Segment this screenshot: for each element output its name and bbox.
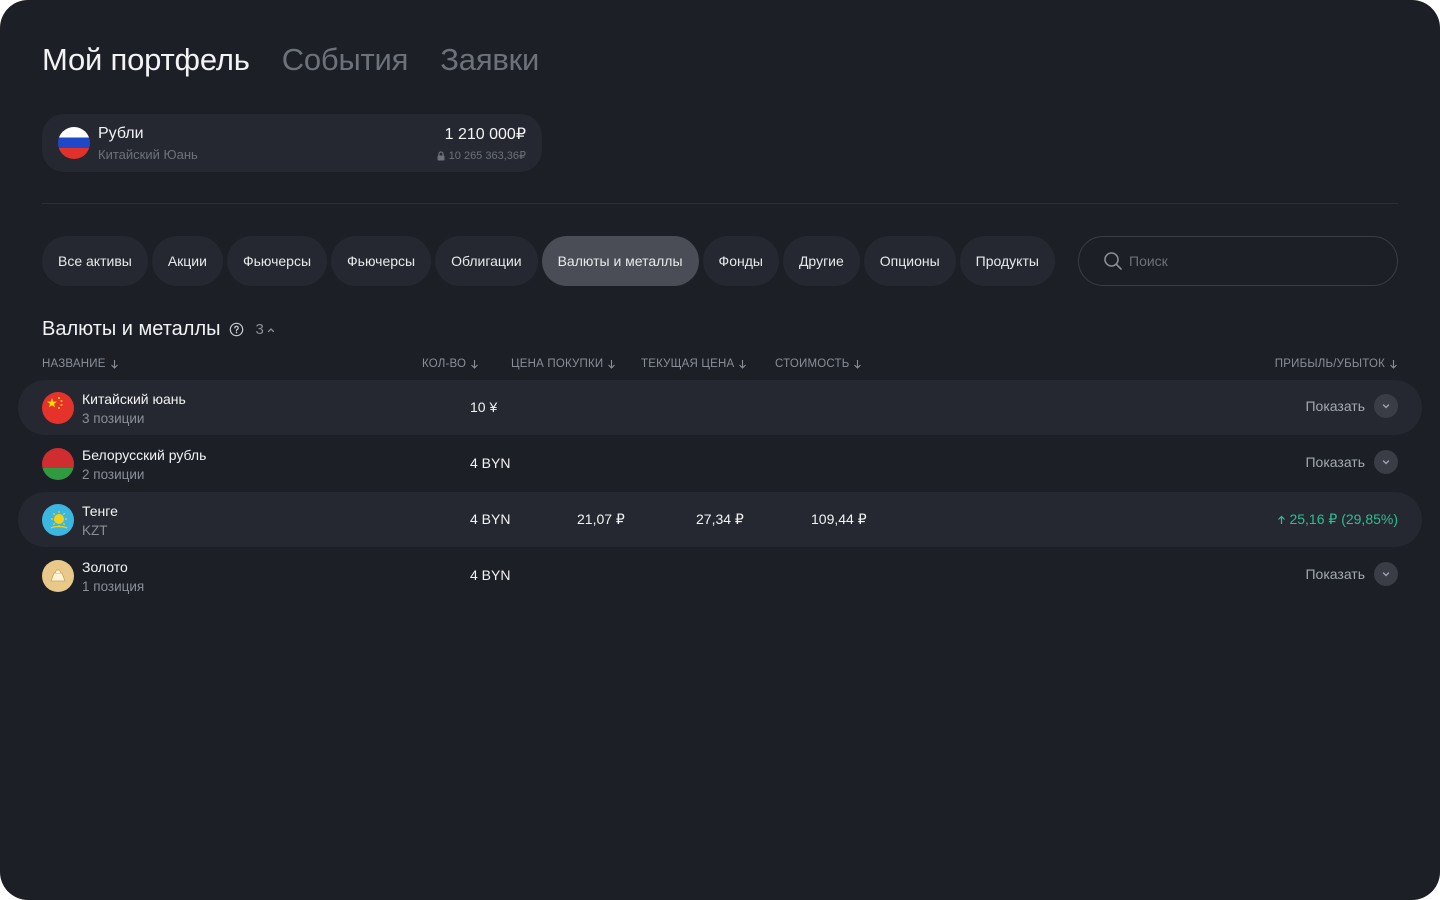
kazakhstan-flag-icon — [42, 504, 74, 536]
chip-bonds[interactable]: Облигации — [435, 236, 538, 286]
asset-qty: 4 BYN — [470, 511, 511, 527]
asset-pnl: 25,16 ₽ (29,85%) — [1277, 511, 1398, 528]
account-blocked-amount: 10 265 363,36₽ — [436, 149, 526, 162]
table-row[interactable]: Тенге KZT 4 BYN 21,07 ₽ 27,34 ₽ 109,44 ₽… — [18, 492, 1422, 547]
account-amount: 1 210 000₽ — [444, 126, 526, 143]
section-title: Валюты и металлы — [42, 318, 221, 340]
column-header-current-price[interactable]: ТЕКУЩАЯ ЦЕНА — [641, 358, 747, 370]
asset-qty: 10 ¥ — [470, 399, 498, 415]
table-row[interactable]: Золото 1 позиция 4 BYN Показать — [18, 548, 1422, 603]
arrow-up-icon — [1278, 515, 1286, 524]
gold-icon — [42, 560, 74, 592]
account-subtitle: Китайский Юань — [98, 146, 198, 162]
chip-options[interactable]: Опционы — [863, 236, 956, 286]
asset-positions: 2 позиции — [82, 467, 145, 482]
top-tabs: Мой портфель События Заявки — [42, 42, 539, 78]
belarus-flag-icon — [42, 448, 74, 480]
asset-positions: 1 позиция — [82, 579, 145, 594]
column-header-buy-price[interactable]: ЦЕНА ПОКУПКИ — [511, 358, 616, 370]
sort-down-icon — [1390, 360, 1397, 369]
chip-funds[interactable]: Фонды — [702, 236, 779, 286]
column-header-name[interactable]: НАЗВАНИЕ — [42, 358, 119, 370]
sort-down-icon — [110, 360, 118, 369]
section-count: 3 — [255, 321, 264, 338]
asset-qty: 4 BYN — [470, 455, 511, 471]
table-row[interactable]: Белорусский рубль 2 позиции 4 BYN Показа… — [18, 436, 1422, 491]
asset-positions: 3 позиции — [82, 411, 145, 426]
asset-filter-chips: Все активы Акции Фьючерсы Фьючерсы Облиг… — [42, 236, 1055, 286]
chevron-up-icon — [267, 327, 274, 332]
asset-name: Золото — [82, 559, 128, 575]
column-header-pnl[interactable]: ПРИБЫЛЬ/УБЫТОК — [1275, 358, 1398, 370]
chip-other[interactable]: Другие — [782, 236, 860, 286]
chip-all-assets[interactable]: Все активы — [42, 236, 148, 286]
search-input[interactable] — [1129, 253, 1369, 269]
show-button[interactable]: Показать — [1305, 394, 1398, 418]
search-icon — [1104, 252, 1122, 270]
column-header-qty[interactable]: КОЛ-ВО — [422, 358, 479, 370]
section-count-toggle[interactable]: 3 — [256, 321, 275, 338]
chip-stocks[interactable]: Акции — [151, 236, 223, 286]
chip-products[interactable]: Продукты — [959, 236, 1055, 286]
asset-current-price: 27,34 ₽ — [696, 511, 744, 527]
chevron-down-icon — [1374, 450, 1398, 474]
column-header-value[interactable]: СТОИМОСТЬ — [775, 358, 862, 370]
asset-name: Белорусский рубль — [82, 447, 207, 463]
show-button[interactable]: Показать — [1305, 562, 1398, 586]
show-button[interactable]: Показать — [1305, 450, 1398, 474]
account-selector[interactable]: Рубли Китайский Юань 1 210 000₽ 10 265 3… — [42, 114, 542, 172]
sort-down-icon — [471, 360, 479, 369]
tab-events[interactable]: События — [282, 42, 409, 78]
blocked-amount-value: 10 265 363,36₽ — [448, 150, 526, 162]
chip-futures[interactable]: Фьючерсы — [226, 236, 328, 286]
tab-orders[interactable]: Заявки — [440, 42, 539, 78]
search-box[interactable] — [1078, 236, 1398, 286]
asset-name: Китайский юань — [82, 391, 186, 407]
portfolio-window: Мой портфель События Заявки Рубли Китайс… — [0, 0, 1440, 900]
asset-buy-price: 21,07 ₽ — [577, 511, 625, 527]
chip-currencies-metals[interactable]: Валюты и металлы — [541, 236, 699, 286]
table-row[interactable]: Китайский юань 3 позиции 10 ¥ Показать — [18, 380, 1422, 435]
sort-down-icon — [608, 360, 616, 369]
chevron-down-icon — [1374, 562, 1398, 586]
sort-down-icon — [854, 360, 862, 369]
section-header: Валюты и металлы 3 — [42, 318, 275, 341]
chip-futures-2[interactable]: Фьючерсы — [331, 236, 432, 286]
account-title: Рубли — [98, 124, 144, 142]
asset-name: Тенге — [82, 503, 118, 519]
chevron-down-icon — [1374, 394, 1398, 418]
asset-qty: 4 BYN — [470, 567, 511, 583]
lock-icon — [437, 150, 445, 160]
divider — [42, 203, 1398, 204]
help-icon[interactable] — [229, 322, 244, 337]
asset-ticker: KZT — [82, 523, 108, 538]
tab-portfolio[interactable]: Мой портфель — [42, 42, 250, 78]
asset-value: 109,44 ₽ — [811, 511, 867, 527]
china-flag-icon — [42, 392, 74, 424]
russia-flag-icon — [58, 127, 90, 159]
sort-down-icon — [739, 360, 747, 369]
